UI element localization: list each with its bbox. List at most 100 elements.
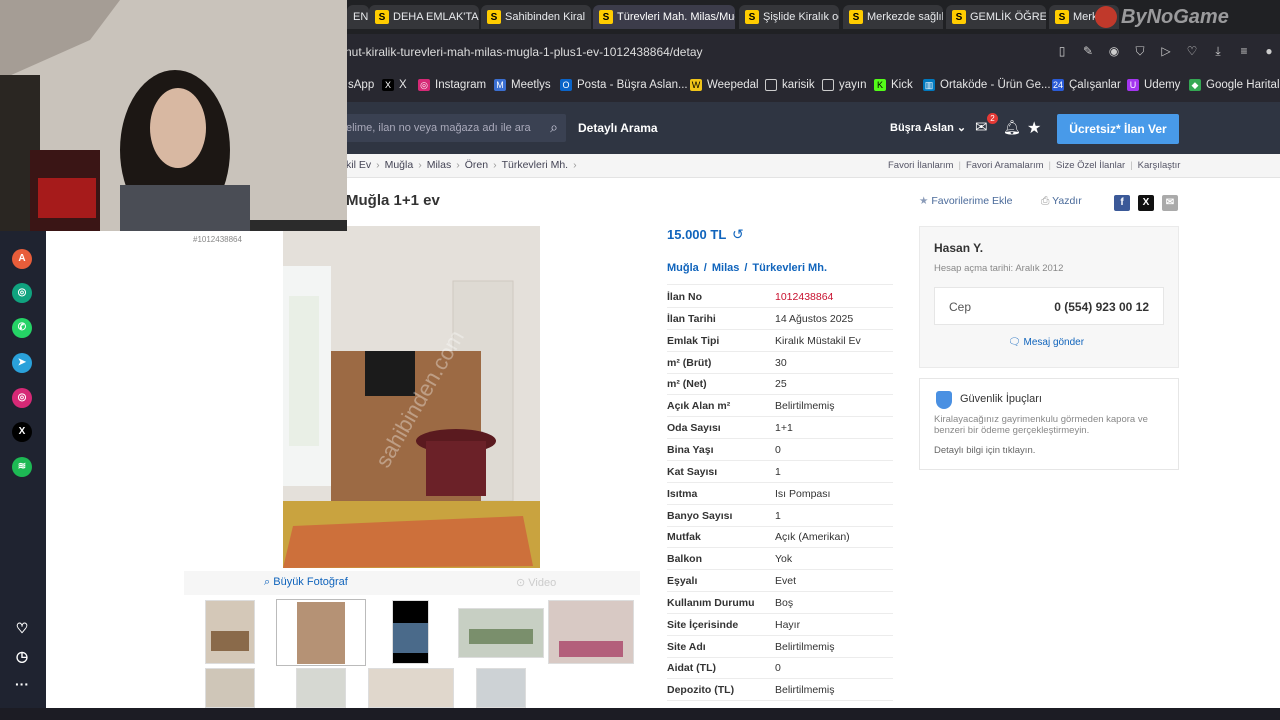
big-photo-button[interactable]: ⌕ Büyük Fotoğraf	[264, 576, 348, 589]
reader-icon[interactable]: ▯	[1055, 44, 1069, 58]
browser-tab[interactable]: S DEHA EMLAK'TA	[369, 5, 479, 29]
profile-icon[interactable]: ●	[1262, 44, 1276, 58]
detail-value: Hayır	[775, 619, 801, 631]
instagram-icon[interactable]: ◎	[12, 388, 32, 408]
compare-link[interactable]: Karşılaştır	[1138, 160, 1181, 171]
search-input[interactable]: elime, ilan no veya mağaza adı ile ara ⌕	[338, 114, 566, 142]
browser-tab[interactable]: S Merkezde sağlık	[843, 5, 943, 29]
photo-thumbnail[interactable]	[458, 608, 544, 658]
more-icon[interactable]: ···	[12, 674, 32, 694]
browser-tab[interactable]: S Şişlide Kiralık oda	[739, 5, 839, 29]
bookmark-label: X	[399, 79, 407, 91]
bookmark-x[interactable]: XX	[382, 79, 407, 91]
telegram-icon[interactable]: ➤	[12, 353, 32, 373]
browser-tab-active[interactable]: S Türevleri Mah. Milas/Muğ	[593, 5, 735, 29]
row-divider	[667, 460, 893, 461]
search-icon[interactable]: ⌕	[550, 119, 558, 136]
facebook-share-icon[interactable]: f	[1114, 195, 1130, 211]
post-listing-button[interactable]: Ücretsiz* İlan Ver	[1057, 114, 1179, 144]
price-history-icon[interactable]: ↺	[732, 226, 744, 243]
detail-value: 1+1	[775, 422, 793, 434]
mail-icon[interactable]: ✉	[975, 118, 988, 136]
photo-thumbnail[interactable]	[205, 668, 255, 708]
row-divider	[667, 678, 893, 679]
bookmark-folder-yayin[interactable]: yayın	[822, 79, 867, 91]
x-icon[interactable]: X	[12, 422, 32, 442]
aria-icon[interactable]: A	[12, 249, 32, 269]
bookmark-calisanlar[interactable]: 24 Çalışanlar	[1052, 79, 1121, 91]
bookmark-meetlys[interactable]: M Meetlys	[494, 79, 551, 91]
download-icon[interactable]: ⤓	[1211, 44, 1225, 58]
menu-icon[interactable]: ≡	[1237, 44, 1251, 58]
breadcrumb-item[interactable]: Milas	[427, 159, 452, 171]
bell-icon[interactable]: 🔔︎	[1003, 119, 1021, 136]
breadcrumb-item[interactable]: kil Ev	[346, 159, 371, 171]
bookmark-udemy[interactable]: U Udemy	[1127, 79, 1180, 91]
star-icon[interactable]: ★	[1027, 118, 1041, 138]
seller-box: Hasan Y. Hesap açma tarihi: Aralık 2012 …	[919, 226, 1179, 368]
bookmark-whatsapp[interactable]: sApp	[348, 79, 374, 91]
bookmark-label: Çalışanlar	[1069, 79, 1121, 91]
email-share-icon[interactable]: ✉	[1162, 195, 1178, 211]
detail-label: Site Adı	[667, 641, 706, 653]
play-icon[interactable]: ▷	[1159, 44, 1173, 58]
breadcrumb-item[interactable]: Türkevleri Mh.	[502, 159, 569, 171]
send-message-link[interactable]: 🗨︎ Mesaj gönder	[1008, 337, 1084, 348]
kick-icon: K	[874, 79, 886, 91]
user-menu[interactable]: Büşra Aslan ⌄	[890, 121, 966, 134]
whatsapp-icon[interactable]: ✆	[12, 318, 32, 338]
sahibinden-favicon-icon: S	[1055, 10, 1069, 24]
location-link[interactable]: Milas	[712, 262, 740, 274]
breadcrumb-item[interactable]: Muğla	[385, 159, 414, 171]
favorite-searches-link[interactable]: Favori Aramalarım	[966, 160, 1044, 171]
safety-link[interactable]: Detaylı bilgi için tıklayın.	[934, 445, 1035, 456]
detail-label: Kat Sayısı	[667, 466, 718, 478]
bookmark-folder-karisik[interactable]: karisik	[765, 79, 815, 91]
browser-tab[interactable]: ENK	[347, 5, 369, 29]
photo-thumbnail[interactable]	[368, 668, 454, 708]
bookmark-weepedal[interactable]: W Weepedal	[690, 79, 759, 91]
maps-pin-icon: ◆	[1189, 79, 1201, 91]
photo-thumbnail[interactable]	[205, 600, 255, 664]
photo-thumbnail-selected[interactable]	[276, 599, 366, 666]
shield-icon[interactable]: ⛉	[1133, 44, 1147, 58]
bookmark-google-maps[interactable]: ◆ Google Haritalar	[1189, 79, 1280, 91]
photo-thumbnail[interactable]	[476, 668, 526, 708]
screenshot-icon[interactable]: ◉	[1107, 44, 1121, 58]
print-link[interactable]: ⎙ Yazdır	[1041, 195, 1082, 208]
edit-icon[interactable]: ✎	[1081, 44, 1095, 58]
browser-tab[interactable]: S Sahibinden Kiral	[481, 5, 591, 29]
video-button[interactable]: ⊙ Video	[516, 576, 556, 589]
bookmark-label: Meetlys	[511, 79, 551, 91]
play-circle-icon: ⊙	[516, 577, 526, 589]
main-photo[interactable]: sahibinden.com	[283, 226, 540, 568]
x-share-icon[interactable]: X	[1138, 195, 1154, 211]
heart-icon[interactable]: ♡	[1185, 44, 1199, 58]
history-icon[interactable]: ◷	[12, 646, 32, 666]
browser-tab[interactable]: S GEMLİK ÖĞRENC	[946, 5, 1046, 29]
phone-number[interactable]: 0 (554) 923 00 12	[1054, 300, 1149, 314]
seller-name[interactable]: Hasan Y.	[934, 241, 983, 255]
detailed-search-link[interactable]: Detaylı Arama	[578, 121, 658, 135]
chatgpt-icon[interactable]: ◎	[12, 283, 32, 303]
photo-thumbnail[interactable]	[296, 668, 346, 708]
bookmark-kick[interactable]: K Kick	[874, 79, 913, 91]
print-label: Yazdır	[1052, 195, 1082, 207]
favorite-listings-link[interactable]: Favori İlanlarım	[888, 160, 953, 171]
row-divider	[667, 526, 893, 527]
heart-icon[interactable]: ♡	[12, 618, 32, 638]
spotify-icon[interactable]: ≋	[12, 457, 32, 477]
add-to-favorites-link[interactable]: ★ Favorilerime Ekle	[919, 195, 1012, 207]
location-link[interactable]: Muğla	[667, 262, 699, 274]
bookmark-instagram[interactable]: ◎ Instagram	[418, 79, 486, 91]
sahibinden-favicon-icon: S	[487, 10, 501, 24]
photo-thumbnail[interactable]	[392, 600, 429, 664]
breadcrumb-item[interactable]: Ören	[465, 159, 488, 171]
bookmark-trello[interactable]: ▥ Ortaköde - Ürün Ge...	[923, 79, 1051, 91]
photo-thumbnail[interactable]	[548, 600, 634, 664]
url-text[interactable]: nut-kiralik-turevleri-mah-milas-mugla-1-…	[345, 45, 703, 59]
special-listings-link[interactable]: Size Özel İlanlar	[1056, 160, 1125, 171]
location-link[interactable]: Türkevleri Mh.	[752, 262, 827, 274]
bookmark-outlook[interactable]: O Posta - Büşra Aslan...	[560, 79, 688, 91]
row-divider	[667, 307, 893, 308]
